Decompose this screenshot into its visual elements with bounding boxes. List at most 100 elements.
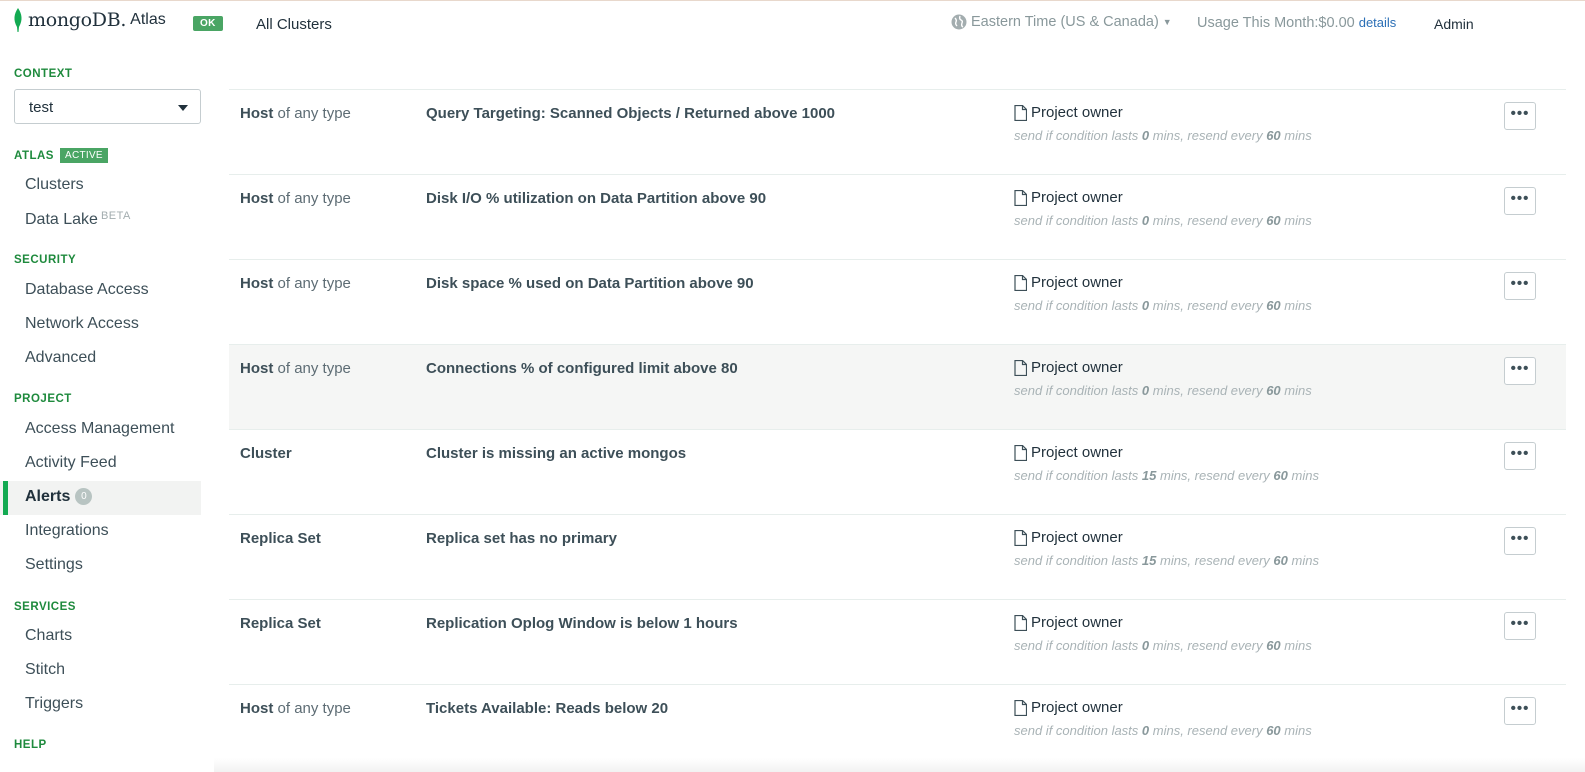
sidebar-item-integrations[interactable]: Integrations bbox=[0, 515, 201, 549]
leaf-icon bbox=[14, 8, 22, 32]
usage-summary: Usage This Month:$0.00 details bbox=[1197, 15, 1396, 31]
mongodb-atlas-logo[interactable]: mongoDB. Atlas bbox=[13, 8, 166, 32]
more-actions-button[interactable]: ••• bbox=[1504, 442, 1536, 470]
alert-target: Replica Set bbox=[240, 615, 321, 632]
usage-label: Usage This Month:$0.00 bbox=[1197, 15, 1355, 31]
alert-rule: send if condition lasts 0 mins, resend e… bbox=[1014, 298, 1312, 313]
section-header-security: SECURITY bbox=[14, 254, 77, 266]
sidebar-item-database-access[interactable]: Database Access bbox=[0, 274, 201, 308]
section-header-services: SERVICES bbox=[14, 601, 76, 613]
document-icon bbox=[1014, 359, 1027, 376]
alert-row: Cluster Cluster is missing an active mon… bbox=[229, 429, 1566, 514]
alert-rule: send if condition lasts 0 mins, resend e… bbox=[1014, 638, 1312, 653]
alert-recipient: Project owner bbox=[1014, 529, 1123, 546]
sidebar-item-clusters[interactable]: Clusters bbox=[0, 169, 201, 203]
beta-tag: BETA bbox=[100, 210, 131, 222]
sidebar-item-label: Charts bbox=[25, 627, 73, 644]
sidebar-item-triggers[interactable]: Triggers bbox=[0, 688, 201, 722]
sidebar-item-label: Database Access bbox=[25, 281, 149, 298]
more-actions-button[interactable]: ••• bbox=[1504, 187, 1536, 215]
globe-icon bbox=[951, 14, 967, 30]
sidebar-item-charts[interactable]: Charts bbox=[0, 620, 201, 654]
sidebar-item-advanced[interactable]: Advanced bbox=[0, 342, 201, 376]
alert-recipient: Project owner bbox=[1014, 444, 1123, 461]
alert-condition: Replication Oplog Window is below 1 hour… bbox=[426, 615, 738, 632]
brand-product: Atlas bbox=[130, 11, 166, 28]
document-icon bbox=[1014, 444, 1027, 461]
active-badge: ACTIVE bbox=[59, 148, 108, 163]
more-actions-button[interactable]: ••• bbox=[1504, 527, 1536, 555]
more-actions-button[interactable]: ••• bbox=[1504, 697, 1536, 725]
alert-target: Replica Set bbox=[240, 530, 321, 547]
sidebar: CONTEXT test ATLAS ACTIVE Clusters Data L… bbox=[0, 50, 214, 772]
alert-row: Replica Set Replica set has no primary P… bbox=[229, 514, 1566, 599]
document-icon bbox=[1014, 104, 1027, 121]
sidebar-item-label: Alerts bbox=[25, 488, 71, 505]
admin-menu[interactable]: Admin bbox=[1434, 16, 1474, 32]
alert-target: Host of any type bbox=[240, 105, 351, 122]
alert-recipient: Project owner bbox=[1014, 274, 1123, 291]
alert-recipient: Project owner bbox=[1014, 614, 1123, 631]
more-actions-button[interactable]: ••• bbox=[1504, 357, 1536, 385]
context-select[interactable]: test bbox=[14, 89, 201, 124]
alert-target: Host of any type bbox=[240, 275, 351, 292]
alert-target: Cluster bbox=[240, 445, 292, 462]
alert-rule: send if condition lasts 0 mins, resend e… bbox=[1014, 723, 1312, 738]
caret-down-icon: ▼ bbox=[1162, 17, 1172, 27]
active-indicator bbox=[3, 481, 8, 515]
document-icon bbox=[1014, 189, 1027, 206]
sidebar-item-settings[interactable]: Settings bbox=[0, 549, 201, 583]
alert-recipient: Project owner bbox=[1014, 104, 1123, 121]
top-bar: mongoDB. Atlas OK All Clusters Eastern T… bbox=[0, 0, 1585, 50]
sidebar-item-alerts[interactable]: Alerts 0 bbox=[0, 481, 201, 515]
alert-target: Host of any type bbox=[240, 700, 351, 717]
sidebar-item-network-access[interactable]: Network Access bbox=[0, 308, 201, 342]
alert-row: Host of any type Disk space % used on Da… bbox=[229, 259, 1566, 344]
sidebar-item-label: Triggers bbox=[25, 695, 84, 712]
alert-rule: send if condition lasts 15 mins, resend … bbox=[1014, 468, 1319, 483]
alert-row: Replica Set Replication Oplog Window is … bbox=[229, 599, 1566, 684]
alert-recipient: Project owner bbox=[1014, 359, 1123, 376]
cluster-selector[interactable]: All Clusters bbox=[256, 16, 332, 33]
alert-condition: Connections % of configured limit above … bbox=[426, 360, 738, 377]
alert-condition: Query Targeting: Scanned Objects / Retur… bbox=[426, 105, 836, 122]
usage-details-link[interactable]: details bbox=[1359, 15, 1397, 30]
alerts-count-badge: 0 bbox=[75, 488, 93, 505]
alert-condition: Replica set has no primary bbox=[426, 530, 617, 547]
alert-condition: Disk I/O % utilization on Data Partition… bbox=[426, 190, 767, 207]
sidebar-item-label: Settings bbox=[25, 556, 83, 573]
sidebar-item-label: Activity Feed bbox=[25, 454, 117, 471]
status-badge: OK bbox=[193, 16, 223, 31]
context-value: test bbox=[29, 99, 54, 116]
scroll-fade bbox=[214, 758, 1585, 772]
more-actions-button[interactable]: ••• bbox=[1504, 612, 1536, 640]
sidebar-item-activity-feed[interactable]: Activity Feed bbox=[0, 447, 201, 481]
alert-row: Host of any type Tickets Available: Read… bbox=[229, 684, 1566, 769]
alert-condition: Tickets Available: Reads below 20 bbox=[426, 700, 669, 717]
sidebar-item-access-management[interactable]: Access Management bbox=[0, 413, 201, 447]
timezone-selector[interactable]: Eastern Time (US & Canada) ▼ bbox=[951, 14, 1172, 30]
section-header-project: PROJECT bbox=[14, 393, 72, 405]
alert-target: Host of any type bbox=[240, 360, 351, 377]
section-header-help: HELP bbox=[14, 739, 47, 751]
sidebar-item-data-lake[interactable]: Data Lake BETA bbox=[0, 203, 201, 237]
timezone-label: Eastern Time (US & Canada) bbox=[971, 14, 1159, 30]
sidebar-item-label: Stitch bbox=[25, 661, 66, 678]
sidebar-item-stitch[interactable]: Stitch bbox=[0, 654, 201, 688]
alert-row: Host of any type Connections % of config… bbox=[229, 344, 1566, 429]
section-header-atlas: ATLAS ACTIVE bbox=[14, 148, 108, 163]
brand-name: mongoDB. bbox=[28, 9, 127, 31]
more-actions-button[interactable]: ••• bbox=[1504, 272, 1536, 300]
atlas-header-label: ATLAS bbox=[14, 150, 54, 162]
document-icon bbox=[1014, 614, 1027, 631]
sidebar-item-label: Integrations bbox=[25, 522, 109, 539]
sidebar-item-label: Network Access bbox=[25, 315, 139, 332]
sidebar-item-label: Advanced bbox=[25, 349, 97, 366]
document-icon bbox=[1014, 274, 1027, 291]
sidebar-item-label: Access Management bbox=[25, 420, 175, 437]
document-icon bbox=[1014, 699, 1027, 716]
more-actions-button[interactable]: ••• bbox=[1504, 102, 1536, 130]
alert-rule: send if condition lasts 0 mins, resend e… bbox=[1014, 213, 1312, 228]
sidebar-item-label: Clusters bbox=[25, 176, 84, 193]
chevron-down-icon bbox=[178, 105, 188, 111]
